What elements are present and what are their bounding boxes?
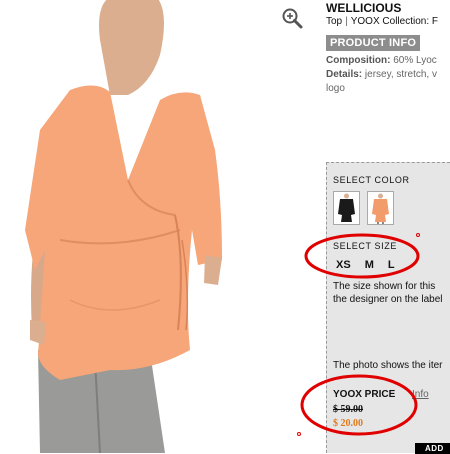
select-color-label: SELECT COLOR — [333, 175, 410, 185]
product-info-tab[interactable]: PRODUCT INFO — [326, 35, 421, 51]
photo-note: The photo shows the iter — [333, 360, 443, 371]
details-value: jersey, stretch, v — [364, 69, 437, 80]
breadcrumb-item-collection[interactable]: YOOX Collection: F — [351, 16, 438, 27]
product-photo-illustration — [25, 0, 222, 453]
breadcrumb-separator: | — [345, 16, 348, 27]
original-price: $ 59.00 — [333, 404, 363, 415]
size-options: XS M L — [336, 259, 409, 271]
breadcrumb-item-category[interactable]: Top — [326, 16, 342, 27]
details-more: logo — [326, 83, 345, 94]
annotation-dot — [297, 432, 301, 436]
yoox-price-label: YOOX PRICE — [333, 389, 396, 400]
product-photo[interactable] — [0, 0, 275, 453]
zoom-magnifier-icon[interactable] — [281, 7, 303, 29]
sale-price: $ 20.00 — [333, 418, 363, 429]
size-note-line-2: the designer on the label — [333, 294, 443, 305]
size-option-m[interactable]: M — [365, 259, 374, 271]
purchase-panel: SELECT COLOR SELECT SIZE XS M L The size s… — [326, 162, 450, 454]
select-size-label: SELECT SIZE — [333, 241, 397, 251]
annotation-dot — [416, 233, 420, 237]
price-info-link[interactable]: Info — [412, 389, 429, 400]
brand-name: WELLICIOUS — [326, 1, 402, 15]
details-label: Details: — [326, 69, 363, 80]
size-option-l[interactable]: L — [388, 259, 395, 271]
breadcrumb: Top | YOOX Collection: F — [326, 16, 438, 27]
size-note: The size shown for this the designer on … — [333, 280, 450, 306]
color-swatch-peach[interactable] — [367, 191, 394, 225]
add-to-cart-button[interactable]: ADD — [415, 443, 450, 454]
color-swatch-black[interactable] — [333, 191, 360, 225]
composition-value: 60% Lyoc — [393, 55, 437, 66]
size-note-line-1: The size shown for this — [333, 281, 436, 292]
composition-label: Composition: — [326, 55, 391, 66]
product-details: Composition: 60% Lyoc Details: jersey, s… — [326, 54, 450, 96]
size-option-xs[interactable]: XS — [336, 259, 351, 271]
